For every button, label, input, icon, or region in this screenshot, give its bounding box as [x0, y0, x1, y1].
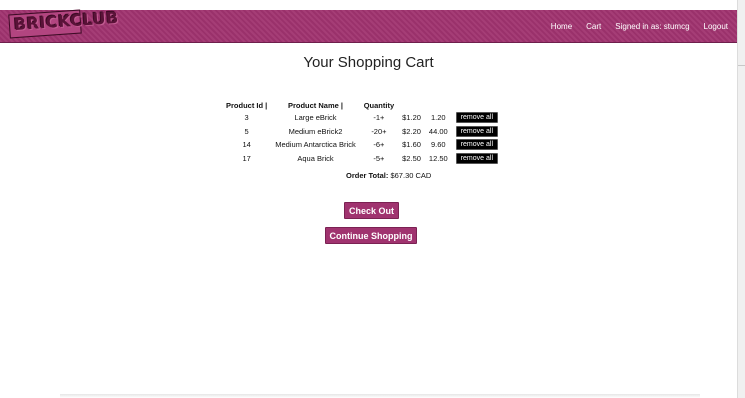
- remove-all-button[interactable]: remove all: [455, 152, 498, 164]
- header-quantity: Quantity: [363, 100, 395, 110]
- header-product-name: Product Name |: [287, 100, 343, 110]
- line-total: 1.20: [431, 113, 446, 123]
- brickclub-logo[interactable]: BRICKCLUB: [8, 8, 119, 39]
- unit-price: $2.50: [402, 153, 421, 163]
- table-row: 17 Aqua Brick -5+ $2.50 12.50 remove all: [222, 152, 502, 166]
- quantity-stepper[interactable]: -6+: [360, 138, 398, 152]
- header-action: [452, 99, 502, 111]
- order-total-value: $67.30 CAD: [390, 171, 432, 180]
- header-line-total: [425, 99, 452, 111]
- scrollbar[interactable]: [737, 0, 745, 398]
- header-price: [398, 99, 425, 111]
- check-out-button[interactable]: Check Out: [344, 202, 399, 219]
- remove-all-button[interactable]: remove all: [455, 139, 498, 151]
- product-id: 5: [244, 126, 249, 136]
- product-id: 14: [242, 140, 251, 150]
- product-id: 3: [244, 113, 249, 123]
- header-product-id: Product Id |: [226, 100, 268, 110]
- remove-cell: remove all: [452, 138, 502, 152]
- page-bottom-edge: [60, 394, 700, 398]
- line-total: 9.60: [431, 140, 446, 150]
- line-total: 44.00: [428, 126, 448, 136]
- order-total-label: Order Total:: [346, 171, 389, 180]
- product-name: Aqua Brick: [297, 153, 334, 163]
- unit-price: $1.20: [402, 113, 421, 123]
- product-name: Medium Antarctica Brick: [275, 140, 356, 150]
- nav-links: Home Cart Signed in as: stumcg Logout: [551, 10, 728, 42]
- product-name: Large eBrick: [294, 113, 337, 123]
- top-navbar: BRICKCLUB Home Cart Signed in as: stumcg…: [0, 8, 737, 43]
- table-row: 14 Medium Antarctica Brick -6+ $1.60 9.6…: [222, 138, 502, 152]
- remove-all-button[interactable]: remove all: [455, 125, 498, 137]
- quantity-stepper[interactable]: -20+: [360, 125, 398, 139]
- scrollbar-marker: [738, 65, 745, 66]
- product-name: Medium eBrick2: [288, 126, 343, 136]
- remove-cell: remove all: [452, 152, 502, 166]
- signed-in-label: Signed in as: stumcg: [615, 21, 690, 31]
- table-row: 5 Medium eBrick2 -20+ $2.20 44.00 remove…: [222, 125, 502, 139]
- remove-cell: remove all: [452, 111, 502, 125]
- cart-table: Product Id | Product Name | Quantity 3 L…: [222, 99, 502, 165]
- unit-price: $1.60: [402, 140, 421, 150]
- remove-all-button[interactable]: remove all: [455, 112, 498, 124]
- product-id: 17: [242, 153, 251, 163]
- quantity-stepper[interactable]: -5+: [360, 152, 398, 166]
- quantity-stepper[interactable]: -1+: [360, 111, 398, 125]
- nav-cart-link[interactable]: Cart: [586, 22, 601, 31]
- nav-logout-link[interactable]: Logout: [704, 22, 728, 31]
- unit-price: $2.20: [402, 126, 421, 136]
- line-total: 12.50: [428, 153, 448, 163]
- table-row: 3 Large eBrick -1+ $1.20 1.20 remove all: [222, 111, 502, 125]
- remove-cell: remove all: [452, 125, 502, 139]
- nav-home-link[interactable]: Home: [551, 22, 572, 31]
- continue-shopping-button[interactable]: Continue Shopping: [325, 227, 417, 244]
- page-title: Your Shopping Cart: [303, 54, 434, 71]
- table-header-row: Product Id | Product Name | Quantity: [222, 99, 502, 111]
- order-total-line: Order Total: $67.30 CAD: [346, 171, 431, 180]
